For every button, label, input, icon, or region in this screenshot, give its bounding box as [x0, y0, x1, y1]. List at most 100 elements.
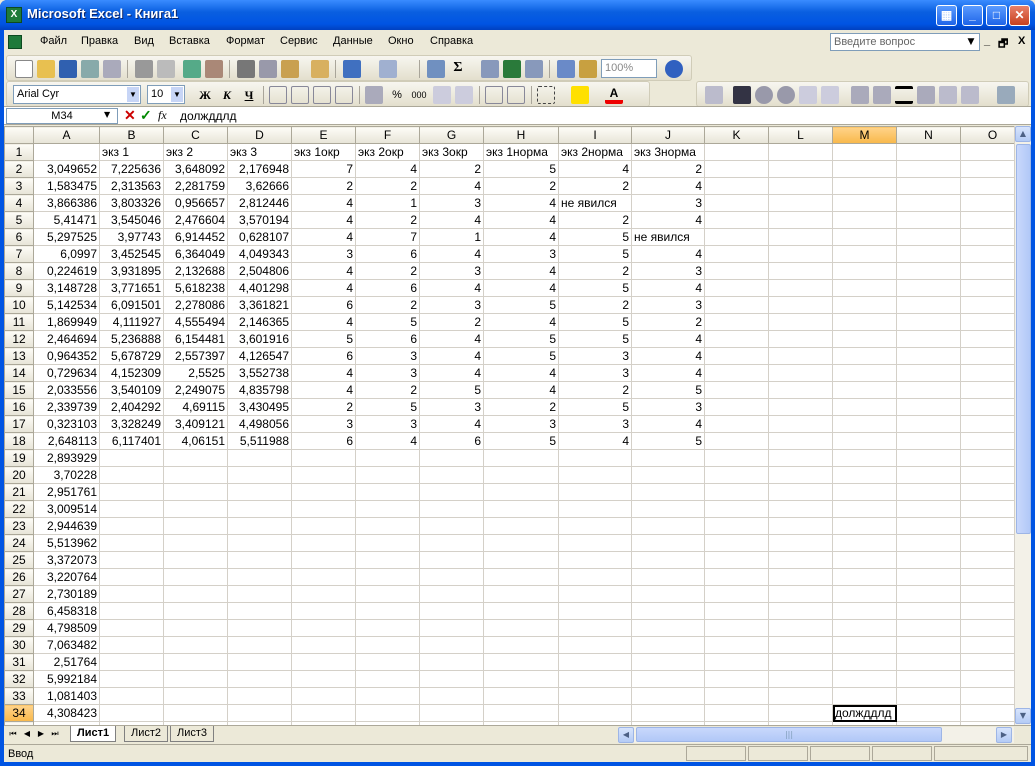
italic-button[interactable]: К	[217, 86, 237, 104]
cell[interactable]	[768, 449, 833, 467]
row-header[interactable]: 8	[4, 262, 34, 280]
cell[interactable]: 3,97743	[99, 228, 164, 246]
cell[interactable]: 4	[291, 262, 356, 280]
cell[interactable]: 2,476604	[163, 211, 228, 229]
cell[interactable]: 2	[558, 262, 632, 280]
cell[interactable]	[558, 602, 632, 620]
cell[interactable]	[291, 568, 356, 586]
cell[interactable]	[227, 636, 292, 654]
cell[interactable]	[419, 704, 484, 722]
cell[interactable]	[558, 517, 632, 535]
cell[interactable]: 5,236888	[99, 330, 164, 348]
cell[interactable]	[832, 602, 897, 620]
cell[interactable]	[631, 500, 705, 518]
cell[interactable]: 3	[355, 364, 420, 382]
scroll-up-icon[interactable]: ▲	[1015, 126, 1031, 142]
cell[interactable]	[483, 534, 559, 552]
cell[interactable]	[704, 228, 769, 246]
cell[interactable]	[896, 449, 961, 467]
row-header[interactable]: 33	[4, 687, 34, 705]
cell[interactable]	[355, 653, 420, 671]
cell[interactable]: 3	[558, 347, 632, 365]
next-sheet-icon[interactable]: ▶	[36, 729, 46, 738]
cell[interactable]	[631, 670, 705, 688]
cell[interactable]	[832, 687, 897, 705]
cell[interactable]	[704, 245, 769, 263]
row-header[interactable]: 25	[4, 551, 34, 569]
cell[interactable]: 4	[419, 245, 484, 263]
cell[interactable]	[768, 687, 833, 705]
row-header[interactable]: 20	[4, 466, 34, 484]
row-header[interactable]: 9	[4, 279, 34, 297]
cell[interactable]	[355, 517, 420, 535]
cell[interactable]	[99, 619, 164, 637]
cell[interactable]	[355, 687, 420, 705]
cell[interactable]: не явился	[558, 194, 632, 212]
cell[interactable]	[832, 330, 897, 348]
cell[interactable]	[227, 704, 292, 722]
cell[interactable]	[896, 636, 961, 654]
cell[interactable]	[558, 534, 632, 552]
cell[interactable]	[832, 279, 897, 297]
cell[interactable]	[704, 534, 769, 552]
cell[interactable]	[768, 381, 833, 399]
scroll-left-icon[interactable]: ◀	[618, 727, 634, 743]
cell[interactable]: 4	[483, 381, 559, 399]
cell[interactable]	[483, 636, 559, 654]
cell[interactable]: 3,148728	[33, 279, 100, 297]
cell[interactable]	[227, 687, 292, 705]
cell[interactable]: не явился	[631, 228, 705, 246]
cell[interactable]: 5,513962	[33, 534, 100, 552]
cell[interactable]: 2,648113	[33, 432, 100, 450]
cell[interactable]	[291, 670, 356, 688]
cell[interactable]	[419, 534, 484, 552]
cell[interactable]: 3,866386	[33, 194, 100, 212]
cell[interactable]	[704, 500, 769, 518]
cell[interactable]	[163, 619, 228, 637]
cell[interactable]	[768, 670, 833, 688]
cell[interactable]	[99, 670, 164, 688]
cell[interactable]	[832, 670, 897, 688]
cell[interactable]	[99, 449, 164, 467]
cell[interactable]	[558, 704, 632, 722]
cell[interactable]	[99, 466, 164, 484]
cell[interactable]: 3,552738	[227, 364, 292, 382]
cell[interactable]	[99, 534, 164, 552]
cell[interactable]	[704, 449, 769, 467]
cell[interactable]: 2	[419, 313, 484, 331]
cell[interactable]: 3,430495	[227, 398, 292, 416]
row-header[interactable]: 27	[4, 585, 34, 603]
cell[interactable]	[832, 143, 897, 161]
cell[interactable]	[832, 534, 897, 552]
cell[interactable]: 3,049652	[33, 160, 100, 178]
menu-window[interactable]: Окно	[388, 35, 414, 47]
cell[interactable]	[558, 500, 632, 518]
title-bar[interactable]: X Microsoft Excel - Книга1 ▦ _ □ ✕	[0, 0, 1035, 30]
cell[interactable]	[832, 500, 897, 518]
oval-icon[interactable]	[777, 86, 795, 104]
cell[interactable]	[896, 602, 961, 620]
cell[interactable]	[896, 466, 961, 484]
cell[interactable]	[896, 364, 961, 382]
cell[interactable]: 5	[631, 432, 705, 450]
cell[interactable]: экз 2окр	[355, 143, 420, 161]
cell[interactable]	[483, 466, 559, 484]
cell[interactable]: 2	[355, 177, 420, 195]
cell[interactable]	[631, 687, 705, 705]
cell[interactable]	[832, 347, 897, 365]
row-header[interactable]: 23	[4, 517, 34, 535]
cell[interactable]	[291, 466, 356, 484]
cell[interactable]	[163, 670, 228, 688]
cell[interactable]: 3,220764	[33, 568, 100, 586]
cell[interactable]: 4	[291, 279, 356, 297]
cell[interactable]	[291, 636, 356, 654]
cell[interactable]	[631, 551, 705, 569]
cell[interactable]	[631, 704, 705, 722]
cell[interactable]	[768, 211, 833, 229]
open-icon[interactable]	[37, 60, 55, 78]
cell[interactable]: 4	[483, 262, 559, 280]
cell[interactable]: 5	[558, 313, 632, 331]
cell[interactable]	[768, 245, 833, 263]
cell[interactable]: 5	[558, 245, 632, 263]
cell[interactable]: 1	[355, 194, 420, 212]
